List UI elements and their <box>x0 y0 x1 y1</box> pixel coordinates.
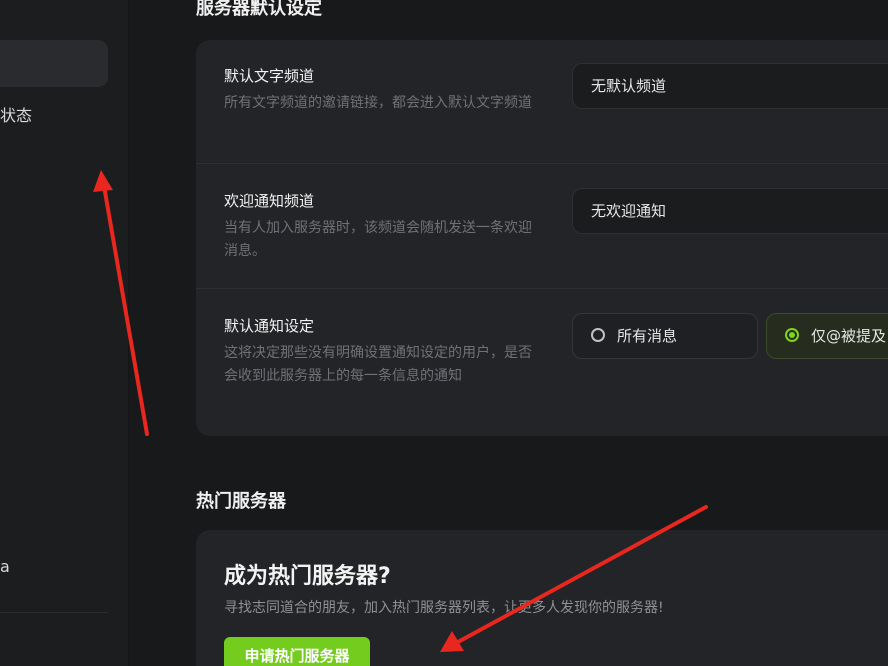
sidebar-item-label[interactable]: 状态 <box>0 102 32 126</box>
sidebar-item-selected[interactable] <box>0 40 108 87</box>
radio-label: 仅@被提及 <box>811 327 887 345</box>
welcome-channel-select[interactable]: 无欢迎通知 <box>572 188 888 234</box>
row-divider <box>196 288 888 289</box>
default-text-channel-select[interactable]: 无默认频道 <box>572 63 888 109</box>
radio-checked-icon <box>785 328 799 342</box>
radio-label: 所有消息 <box>617 327 678 345</box>
hot-server-card-title: 成为热门服务器? <box>224 564 391 589</box>
row-desc-notification-setting: 这将决定那些没有明确设置通知设定的用户，是否会收到此服务器上的每一条信息的通知 <box>224 345 532 384</box>
radio-mentions-only[interactable]: 仅@被提及 <box>766 313 888 359</box>
hot-server-card-desc: 寻找志同道合的朋友，加入热门服务器列表，让更多人发现你的服务器! <box>224 600 664 616</box>
settings-sidebar: 状态 a <box>0 0 129 666</box>
row-divider <box>196 163 888 164</box>
sidebar-divider <box>0 612 108 613</box>
section-title-hot-servers: 热门服务器 <box>196 491 286 512</box>
apply-hot-server-button[interactable]: 申请热门服务器 <box>224 637 370 666</box>
app-root: 状态 a 服务器默认设定 默认文字频道 所有文字频道的邀请链接，都会进入默认文字… <box>0 0 888 666</box>
radio-unchecked-icon <box>591 328 605 342</box>
hot-server-card: 成为热门服务器? 寻找志同道合的朋友，加入热门服务器列表，让更多人发现你的服务器… <box>196 530 888 666</box>
row-title-notification-setting: 默认通知设定 <box>224 317 315 335</box>
defaults-card: 默认文字频道 所有文字频道的邀请链接，都会进入默认文字频道 无默认频道 欢迎通知… <box>196 40 888 436</box>
row-desc-welcome-channel: 当有人加入服务器时，该频道会随机发送一条欢迎消息。 <box>224 220 532 259</box>
row-desc-default-text-channel: 所有文字频道的邀请链接，都会进入默认文字频道 <box>224 95 532 111</box>
row-title-default-text-channel: 默认文字频道 <box>224 67 315 85</box>
radio-all-messages[interactable]: 所有消息 <box>572 313 758 359</box>
section-title-defaults: 服务器默认设定 <box>196 0 322 19</box>
sidebar-item-label[interactable]: a <box>0 557 10 576</box>
row-title-welcome-channel: 欢迎通知频道 <box>224 192 315 210</box>
